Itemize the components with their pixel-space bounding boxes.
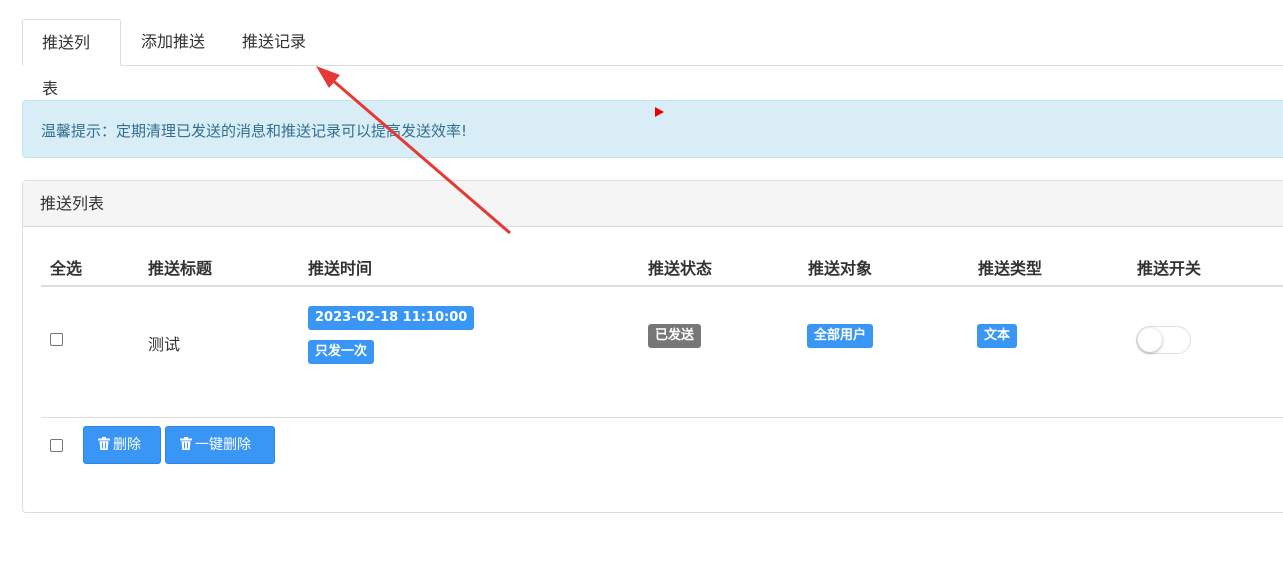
row-title: 测试 <box>148 335 181 354</box>
header-time: 推送时间 <box>308 259 373 278</box>
table-row-divider <box>41 417 1283 418</box>
row-type-badge: 文本 <box>977 324 1018 348</box>
annotation-marker-icon <box>655 107 664 117</box>
header-status: 推送状态 <box>648 259 713 278</box>
tip-alert-text: 温馨提示：定期清理已发送的消息和推送记录可以提高发送效率! <box>41 122 468 140</box>
header-select-all[interactable]: 全选 <box>50 255 82 279</box>
panel-title: 推送列表 <box>23 181 1283 227</box>
header-target: 推送对象 <box>808 259 873 278</box>
switch-knob <box>1138 328 1162 352</box>
delete-button-label: 删除 <box>113 437 141 453</box>
table-header-divider <box>41 285 1283 287</box>
row-target-badge: 全部用户 <box>807 324 874 348</box>
header-type: 推送类型 <box>978 259 1043 278</box>
row-status-badge: 已发送 <box>648 324 702 348</box>
tab-bar: 推送列表 添加推送 推送记录 <box>22 19 1283 98</box>
header-title: 推送标题 <box>148 259 213 278</box>
delete-all-button-label: 一键删除 <box>195 437 251 453</box>
tip-alert: 温馨提示：定期清理已发送的消息和推送记录可以提高发送效率! <box>22 100 1283 158</box>
tab-push-records[interactable]: 推送记录 <box>223 19 325 66</box>
row-checkbox[interactable] <box>50 333 63 346</box>
tab-add-push[interactable]: 添加推送 <box>122 19 224 66</box>
tab-push-list[interactable]: 推送列表 <box>22 19 121 98</box>
trash-icon <box>180 437 192 450</box>
row-push-switch[interactable] <box>1136 326 1191 354</box>
push-list-panel: 推送列表 全选 推送标题 推送时间 推送状态 推送对象 推送类型 推送开关 测试… <box>22 180 1283 513</box>
delete-button[interactable]: 删除 <box>83 426 161 464</box>
header-switch: 推送开关 <box>1137 259 1202 278</box>
row-time-badge: 2023-02-18 11:10:00 <box>308 306 475 330</box>
trash-icon <box>98 437 110 450</box>
delete-all-button[interactable]: 一键删除 <box>165 426 275 464</box>
row-frequency-badge: 只发一次 <box>308 340 375 364</box>
select-all-checkbox[interactable] <box>50 439 63 452</box>
